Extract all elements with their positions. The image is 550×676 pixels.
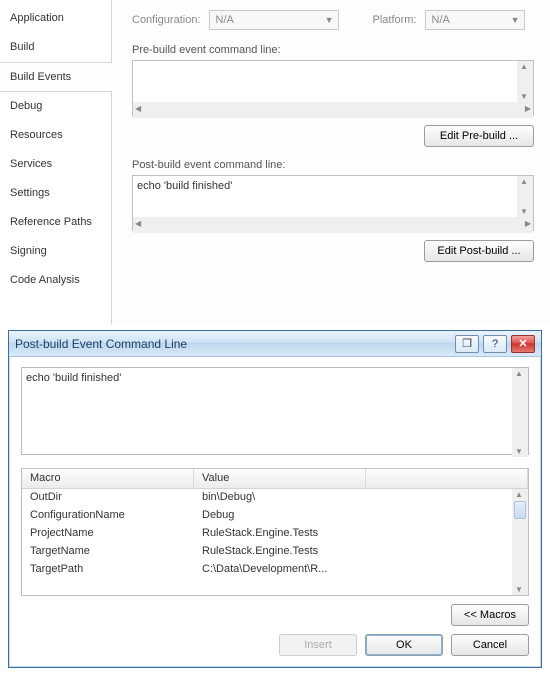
platform-label: Platform: — [373, 14, 417, 26]
insert-button[interactable]: Insert — [279, 634, 357, 656]
macro-cell: TargetPath — [22, 561, 194, 579]
value-cell: RuleStack.Engine.Tests — [194, 525, 366, 543]
sidebar-item-build[interactable]: Build — [0, 33, 111, 62]
restore-icon: ❐ — [462, 337, 472, 350]
chevron-down-icon: ▼ — [511, 15, 520, 25]
dialog-help-button[interactable]: ? — [483, 335, 507, 353]
dialog-title: Post-build Event Command Line — [15, 337, 451, 351]
macros-toggle-button[interactable]: << Macros — [451, 604, 529, 626]
postbuild-dialog: Post-build Event Command Line ❐ ? ✕ Macr… — [8, 330, 542, 668]
chevron-down-icon: ▼ — [325, 15, 334, 25]
table-row[interactable]: ProjectName RuleStack.Engine.Tests — [22, 525, 528, 543]
value-cell: Debug — [194, 507, 366, 525]
macros-table: Macro Value OutDir bin\Debug\ Configurat… — [21, 468, 529, 596]
scrollbar-vertical[interactable] — [512, 489, 528, 595]
sidebar-item-build-events[interactable]: Build Events — [0, 62, 111, 92]
table-row[interactable]: ConfigurationName Debug — [22, 507, 528, 525]
table-header-macro[interactable]: Macro — [22, 469, 194, 488]
dialog-restore-button[interactable]: ❐ — [455, 335, 479, 353]
help-icon: ? — [492, 338, 498, 350]
table-header-blank — [366, 469, 528, 488]
scrollbar-horizontal[interactable] — [133, 102, 533, 118]
scrollbar-horizontal[interactable] — [133, 217, 533, 233]
dialog-close-button[interactable]: ✕ — [511, 335, 535, 353]
configuration-label: Configuration: — [132, 14, 201, 26]
dialog-titlebar[interactable]: Post-build Event Command Line ❐ ? ✕ — [9, 331, 541, 357]
postbuild-label: Post-build event command line: — [132, 159, 534, 171]
prebuild-label: Pre-build event command line: — [132, 44, 534, 56]
scrollbar-vertical[interactable] — [512, 368, 528, 457]
scrollbar-vertical[interactable] — [517, 61, 533, 102]
edit-prebuild-button[interactable]: Edit Pre-build ... — [424, 125, 534, 147]
table-row[interactable]: TargetName RuleStack.Engine.Tests — [22, 543, 528, 561]
sidebar-item-services[interactable]: Services — [0, 150, 111, 179]
configuration-combo[interactable]: N/A ▼ — [209, 10, 339, 30]
sidebar-item-debug[interactable]: Debug — [0, 92, 111, 121]
table-row[interactable]: TargetPath C:\Data\Development\R... — [22, 561, 528, 579]
close-icon: ✕ — [518, 337, 527, 350]
configuration-value: N/A — [216, 14, 234, 26]
edit-postbuild-button[interactable]: Edit Post-build ... — [424, 240, 534, 262]
project-properties-sidebar: Application Build Build Events Debug Res… — [0, 0, 112, 324]
cancel-button[interactable]: Cancel — [451, 634, 529, 656]
sidebar-item-reference-paths[interactable]: Reference Paths — [0, 208, 111, 237]
dialog-command-textarea[interactable] — [21, 367, 529, 455]
value-cell: RuleStack.Engine.Tests — [194, 543, 366, 561]
macro-cell: TargetName — [22, 543, 194, 561]
value-cell: C:\Data\Development\R... — [194, 561, 366, 579]
scrollbar-thumb[interactable] — [514, 501, 526, 519]
scrollbar-vertical[interactable] — [517, 176, 533, 217]
sidebar-item-resources[interactable]: Resources — [0, 121, 111, 150]
macro-cell: OutDir — [22, 489, 194, 507]
platform-combo[interactable]: N/A ▼ — [425, 10, 525, 30]
value-cell: bin\Debug\ — [194, 489, 366, 507]
sidebar-item-settings[interactable]: Settings — [0, 179, 111, 208]
sidebar-item-application[interactable]: Application — [0, 4, 111, 33]
table-header-value[interactable]: Value — [194, 469, 366, 488]
ok-button[interactable]: OK — [365, 634, 443, 656]
build-events-panel: Configuration: N/A ▼ Platform: N/A ▼ Pre… — [112, 0, 550, 324]
sidebar-item-code-analysis[interactable]: Code Analysis — [0, 266, 111, 295]
macro-cell: ConfigurationName — [22, 507, 194, 525]
platform-value: N/A — [432, 14, 450, 26]
macro-cell: ProjectName — [22, 525, 194, 543]
table-row[interactable]: OutDir bin\Debug\ — [22, 489, 528, 507]
sidebar-item-signing[interactable]: Signing — [0, 237, 111, 266]
